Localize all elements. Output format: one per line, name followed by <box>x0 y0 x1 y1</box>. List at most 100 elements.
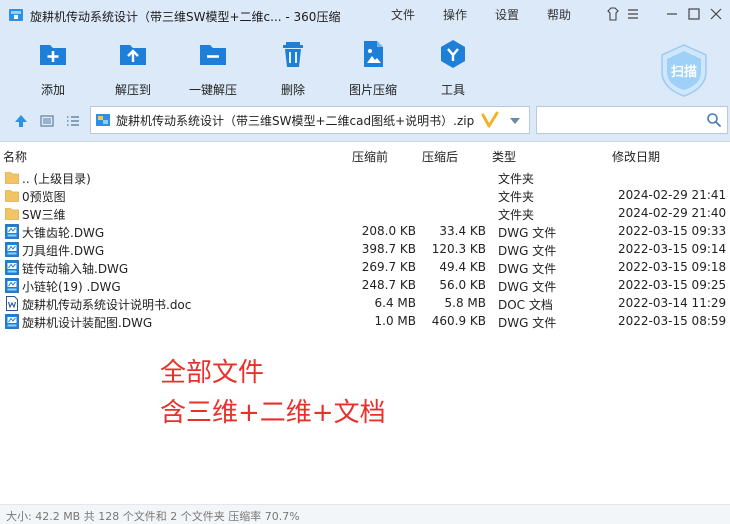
one-click-extract-button[interactable]: 一键解压 <box>178 36 248 97</box>
search-input[interactable] <box>536 106 728 134</box>
file-row[interactable]: SW三维 文件夹 2024-02-29 21:40 <box>0 205 730 223</box>
file-packed-size: 248.7 KB <box>361 278 416 292</box>
image-compress-label: 图片压缩 <box>348 83 397 97</box>
file-type: 文件夹 <box>498 208 535 222</box>
file-row[interactable]: 0预览图 文件夹 2024-02-29 21:41 <box>0 187 730 205</box>
add-button[interactable]: 添加 <box>18 36 88 97</box>
dwg-file-icon <box>5 242 19 257</box>
menu-settings[interactable]: 设置 <box>495 6 519 23</box>
scan-label: 扫描 <box>671 64 697 80</box>
close-icon[interactable] <box>707 5 725 23</box>
search-icon[interactable] <box>706 112 722 128</box>
file-unpacked-size: 460.9 KB <box>431 314 486 328</box>
scan-button[interactable]: 扫描 <box>656 42 712 98</box>
file-packed-size: 269.7 KB <box>361 260 416 274</box>
tools-icon <box>441 40 465 68</box>
menu-help[interactable]: 帮助 <box>547 6 571 23</box>
column-modified[interactable]: 修改日期 <box>612 148 660 165</box>
window-title: 旋耕机传动系统设计（带三维SW模型+二维c... - 360压缩 <box>30 10 341 24</box>
check-mark-icon[interactable] <box>481 111 499 129</box>
file-modified: 2024-02-29 21:40 <box>618 206 727 220</box>
file-row[interactable]: 链传动输入轴.DWG 269.7 KB 49.4 KB DWG 文件 2022-03-1… <box>0 259 730 277</box>
file-row[interactable]: 旋耕机传动系统设计说明书.doc 6.4 MB 5.8 MB DOC 文档 2022-0… <box>0 295 730 313</box>
file-unpacked-size: 33.4 KB <box>439 224 486 238</box>
scan-shield-icon: 扫描 <box>661 44 707 97</box>
file-name: SW三维 <box>22 208 66 222</box>
archive-icon <box>96 114 110 126</box>
file-name: 小链轮(19) .DWG <box>22 280 121 294</box>
document-icon <box>6 296 18 311</box>
file-name: 大锥齿轮.DWG <box>22 226 105 240</box>
skin-icon[interactable] <box>604 5 622 23</box>
extract-to-button[interactable]: 解压到 <box>98 36 168 97</box>
add-icon <box>40 45 66 65</box>
dwg-file-icon <box>5 260 19 275</box>
menu-file[interactable]: 文件 <box>391 6 415 23</box>
dwg-file-icon <box>5 314 19 329</box>
file-modified: 2022-03-15 09:25 <box>618 278 727 292</box>
file-type: DWG 文件 <box>498 316 557 330</box>
file-packed-size: 1.0 MB <box>374 314 416 328</box>
overlay-note-line2: 含三维+二维+文档 <box>160 398 386 428</box>
file-packed-size: 208.0 KB <box>361 224 416 238</box>
one-click-extract-icon <box>200 45 226 65</box>
thumbnail-view-icon[interactable] <box>39 113 55 129</box>
file-name: 刀具组件.DWG <box>22 244 105 258</box>
column-unpacked[interactable]: 压缩后 <box>422 148 458 165</box>
up-arrow-icon[interactable] <box>13 113 29 129</box>
extract-to-label: 解压到 <box>114 83 151 97</box>
dwg-file-icon <box>5 278 19 293</box>
file-name: 旋耕机传动系统设计说明书.doc <box>22 298 192 312</box>
overlay-note-line1: 全部文件 <box>160 358 265 388</box>
path-text: 旋耕机传动系统设计（带三维SW模型+二维cad图纸+说明书）.zip - <box>116 114 476 128</box>
toolbar: 添加 解压到 一键解压 删除 图片压缩 工具 扫描 <box>0 30 730 100</box>
folder-icon <box>5 208 19 220</box>
menu-icon[interactable] <box>624 5 642 23</box>
file-row[interactable]: 旋耕机设计装配图.DWG 1.0 MB 460.9 KB DWG 文件 2022-03-… <box>0 313 730 331</box>
image-compress-button[interactable]: 图片压缩 <box>338 36 408 97</box>
image-compress-icon <box>364 41 383 67</box>
status-bar: 大小: 42.2 MB 共 128 个文件和 2 个文件夹 压缩率 70.7% <box>0 504 730 524</box>
file-type: DWG 文件 <box>498 244 557 258</box>
one-click-extract-label: 一键解压 <box>188 83 237 97</box>
menu-operation[interactable]: 操作 <box>443 6 467 23</box>
folder-icon <box>5 172 19 184</box>
tools-label: 工具 <box>440 83 465 97</box>
delete-label: 删除 <box>280 83 305 97</box>
dwg-file-icon <box>5 224 19 239</box>
file-unpacked-size: 49.4 KB <box>439 260 486 274</box>
delete-button[interactable]: 删除 <box>258 36 328 97</box>
file-row[interactable]: .. (上级目录) 文件夹 <box>0 169 730 187</box>
chevron-down-icon[interactable] <box>508 114 522 128</box>
file-row[interactable]: 小链轮(19) .DWG 248.7 KB 56.0 KB DWG 文件 2022-03… <box>0 277 730 295</box>
folder-icon <box>5 190 19 202</box>
file-type: DWG 文件 <box>498 262 557 276</box>
file-row[interactable]: 大锥齿轮.DWG 208.0 KB 33.4 KB DWG 文件 2022-03-15 … <box>0 223 730 241</box>
status-text: 大小: 42.2 MB 共 128 个文件和 2 个文件夹 压缩率 70.7% <box>6 510 300 523</box>
tools-button[interactable]: 工具 <box>418 36 488 97</box>
column-name[interactable]: 名称 <box>3 148 27 165</box>
add-label: 添加 <box>40 83 65 97</box>
file-name: .. (上级目录) <box>22 172 91 186</box>
column-packed[interactable]: 压缩前 <box>352 148 388 165</box>
title-bar: 旋耕机传动系统设计（带三维SW模型+二维c... - 360压缩 文件 操作 设… <box>0 0 730 30</box>
minimize-icon[interactable] <box>663 5 681 23</box>
delete-icon <box>283 42 303 67</box>
file-unpacked-size: 56.0 KB <box>439 278 486 292</box>
maximize-icon[interactable] <box>685 5 703 23</box>
file-modified: 2022-03-15 08:59 <box>618 314 727 328</box>
column-type[interactable]: 类型 <box>492 148 516 165</box>
file-type: 文件夹 <box>498 190 535 204</box>
file-name: 0预览图 <box>22 190 66 204</box>
file-modified: 2022-03-15 09:14 <box>618 242 727 256</box>
file-unpacked-size: 120.3 KB <box>431 242 486 256</box>
file-name: 链传动输入轴.DWG <box>22 262 129 276</box>
file-type: DWG 文件 <box>498 226 557 240</box>
file-modified: 2022-03-15 09:18 <box>618 260 727 274</box>
file-type: DOC 文档 <box>498 298 553 312</box>
file-packed-size: 398.7 KB <box>361 242 416 256</box>
file-modified: 2022-03-14 11:29 <box>618 296 727 310</box>
list-view-icon[interactable] <box>65 113 81 129</box>
file-unpacked-size: 5.8 MB <box>444 296 486 310</box>
file-row[interactable]: 刀具组件.DWG 398.7 KB 120.3 KB DWG 文件 2022-03-15… <box>0 241 730 259</box>
